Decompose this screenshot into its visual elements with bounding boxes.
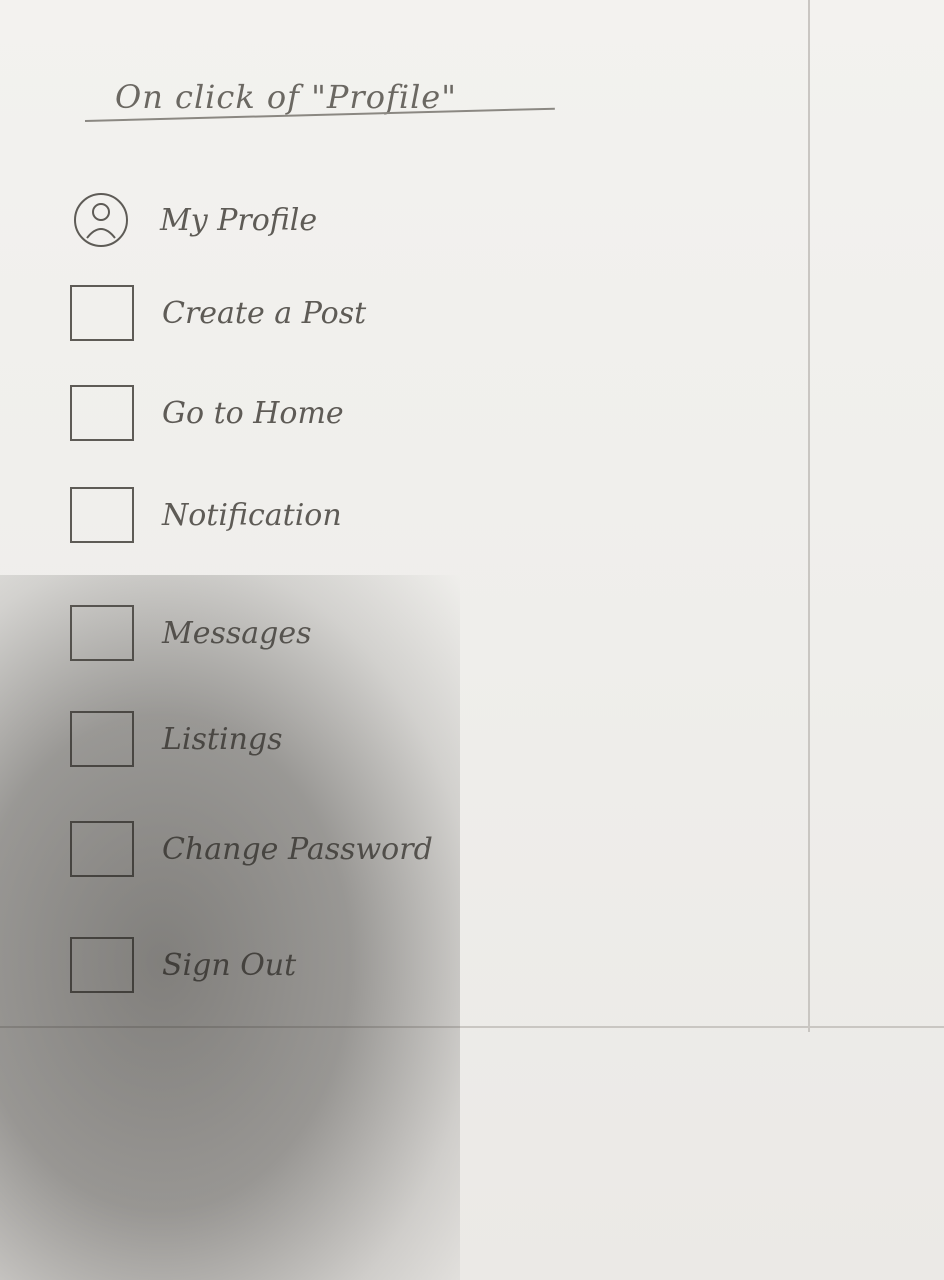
menu-item-label: Create a Post <box>162 295 367 331</box>
menu-item-my-profile[interactable]: My Profile <box>70 185 317 255</box>
box-icon <box>70 385 134 441</box>
hand-shadow <box>0 575 460 1280</box>
menu-item-sign-out[interactable]: Sign Out <box>70 930 296 1000</box>
box-icon <box>70 711 134 767</box>
menu-item-create-post[interactable]: Create a Post <box>70 278 366 348</box>
avatar-icon <box>70 192 132 248</box>
paper-edge-horizontal <box>0 1026 944 1028</box>
menu-item-label: Messages <box>162 615 312 651</box>
menu-item-go-to-home[interactable]: Go to Home <box>70 378 344 448</box>
menu-item-listings[interactable]: Listings <box>70 704 282 774</box>
menu-item-label: Notification <box>162 497 342 533</box>
menu-item-label: Listings <box>162 721 283 757</box>
menu-item-label: Sign Out <box>162 947 297 983</box>
box-icon <box>70 487 134 543</box>
box-icon <box>70 821 134 877</box>
paper-sketch: On click of "Profile" My Profile Create … <box>0 0 944 1280</box>
paper-edge-vertical <box>808 0 810 1032</box>
menu-item-label: Go to Home <box>162 395 344 431</box>
menu-item-messages[interactable]: Messages <box>70 598 312 668</box>
box-icon <box>70 937 134 993</box>
sketch-heading: On click of "Profile" <box>115 78 457 116</box>
menu-item-change-password[interactable]: Change Password <box>70 814 433 884</box>
menu-item-notification[interactable]: Notification <box>70 480 342 550</box>
box-icon <box>70 285 134 341</box>
box-icon <box>70 605 134 661</box>
menu-item-label: My Profile <box>160 202 318 238</box>
menu-item-label: Change Password <box>162 831 433 867</box>
